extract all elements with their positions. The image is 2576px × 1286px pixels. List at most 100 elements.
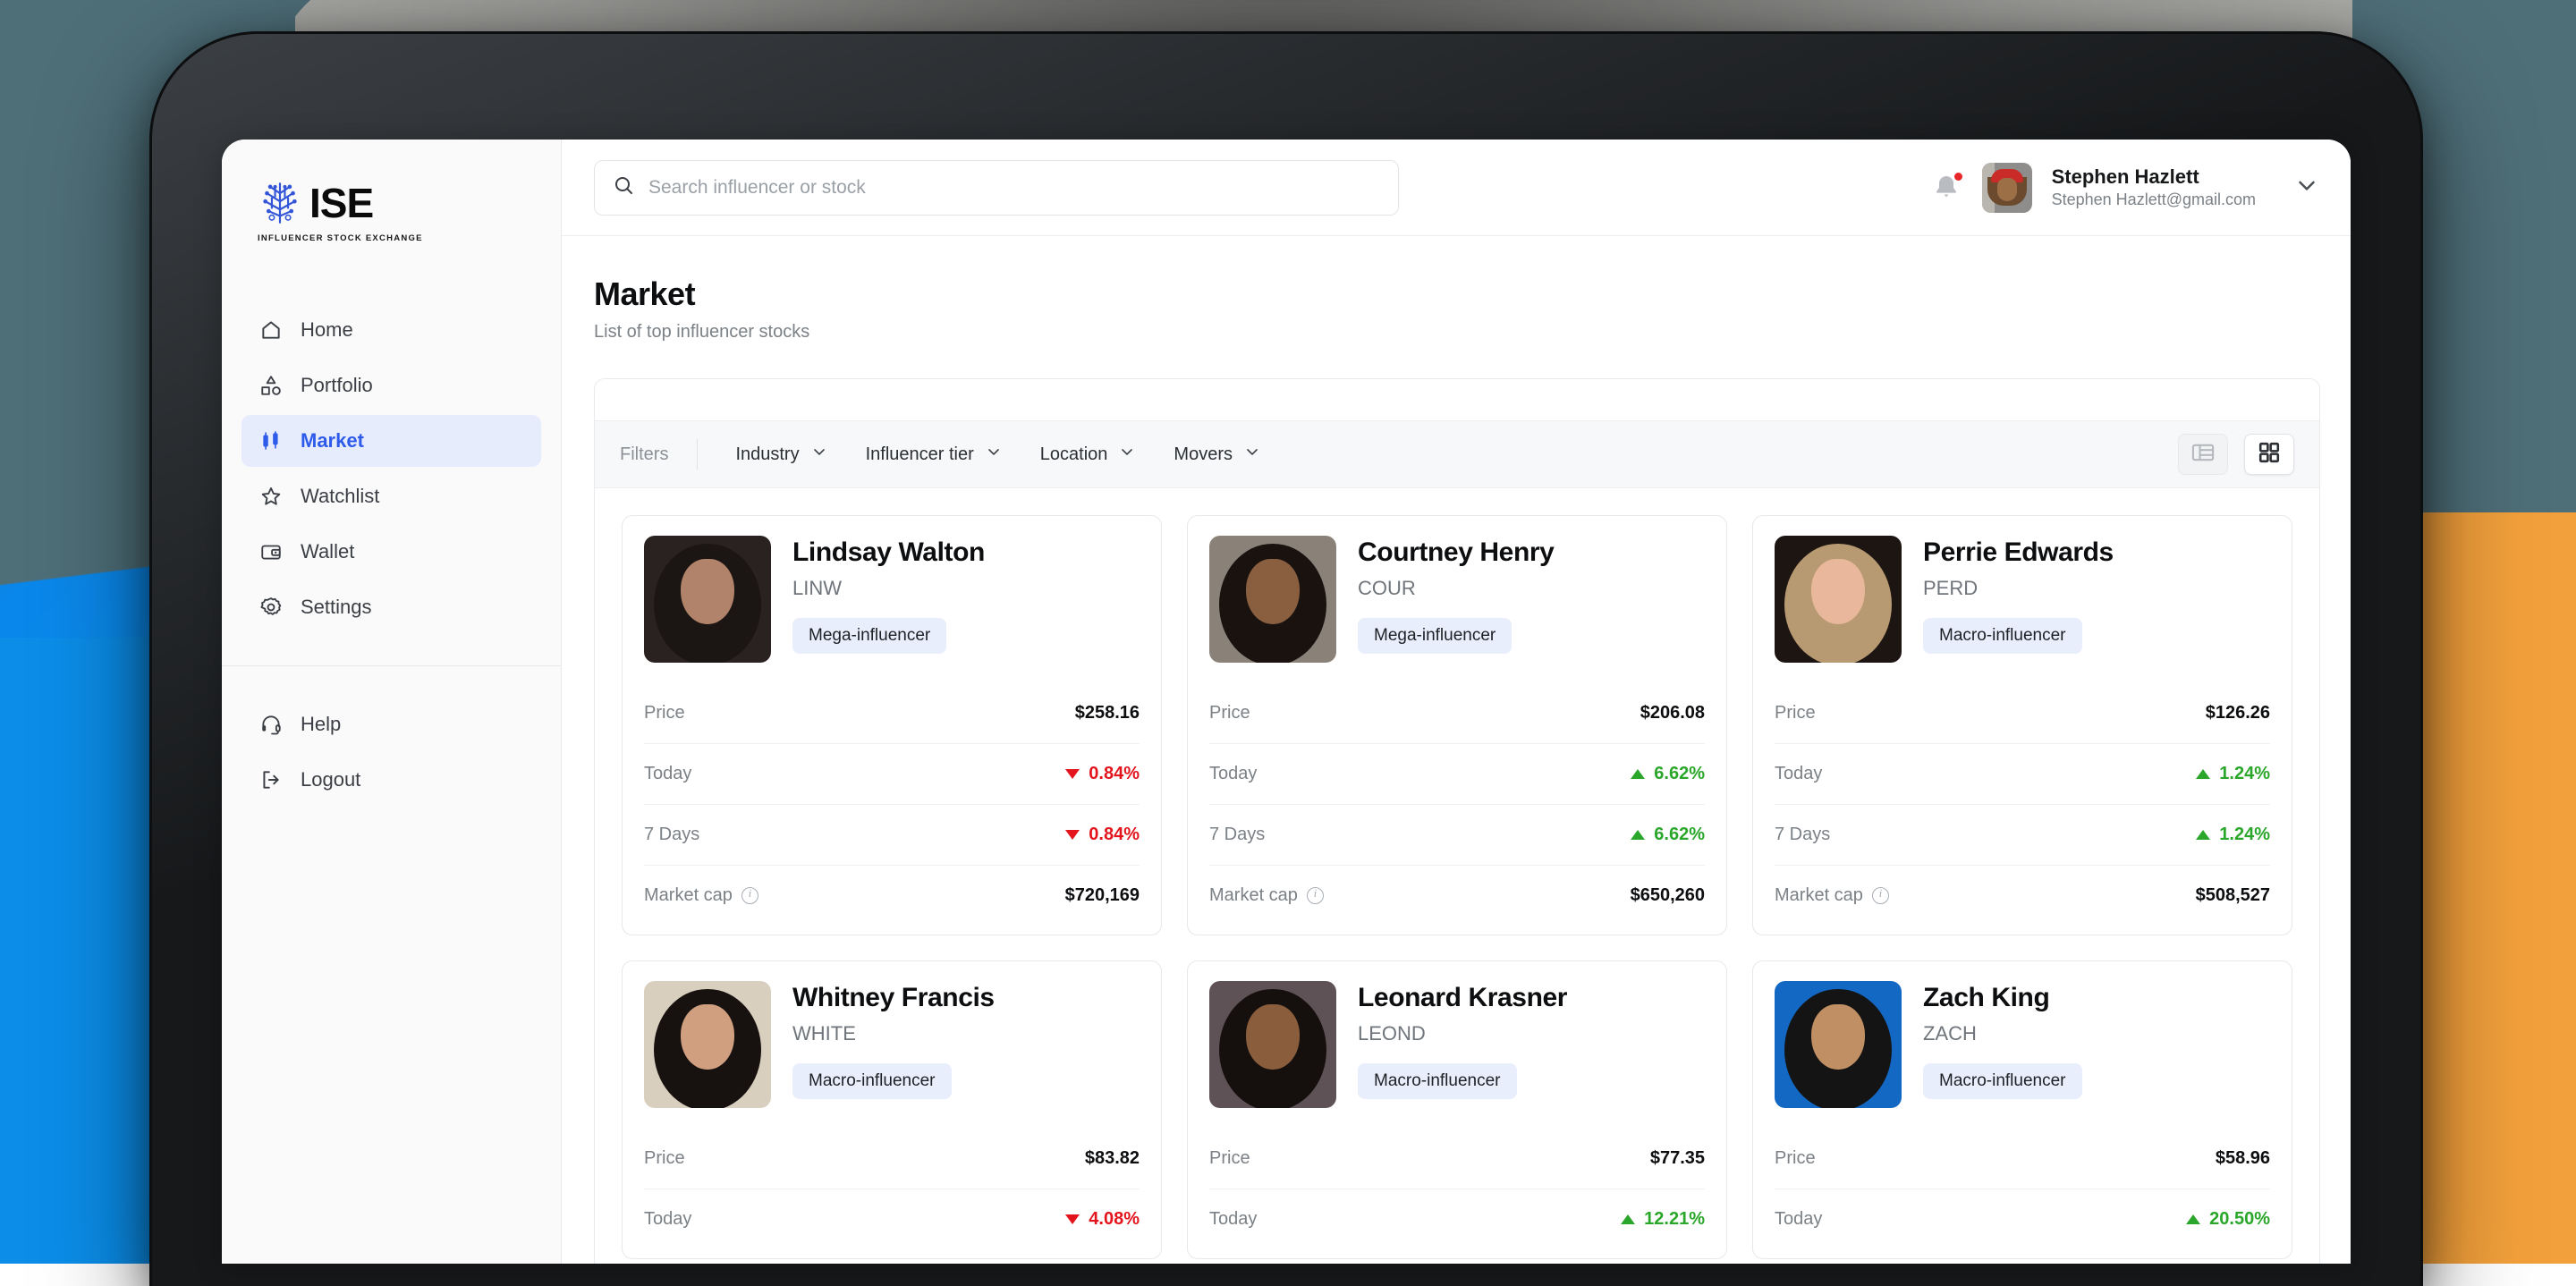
filter-influencer-tier[interactable]: Influencer tier <box>852 436 1017 473</box>
top-bar: Search influencer or stock <box>562 140 2351 236</box>
card-info: Courtney HenryCOURMega-influencer <box>1358 536 1554 654</box>
avatar[interactable] <box>1982 163 2032 213</box>
stock-card[interactable]: Perrie EdwardsPERDMacro-influencerPrice$… <box>1752 515 2292 935</box>
brand-logo[interactable]: ISE INFLUENCER STOCK EXCHANGE <box>222 177 561 243</box>
ticker-symbol: WHITE <box>792 1022 995 1045</box>
sidebar-item-label: Watchlist <box>301 485 379 508</box>
sidebar-item-wallet[interactable]: Wallet <box>242 526 541 578</box>
user-name: Stephen Hazlett <box>2052 165 2256 189</box>
sidebar-item-logout[interactable]: Logout <box>242 754 541 806</box>
today-delta: 0.84% <box>1065 764 1140 784</box>
stat-label: Price <box>1209 1148 1250 1169</box>
sidebar-item-help[interactable]: Help <box>242 698 541 750</box>
stat-row-price: Price$258.16 <box>644 682 1140 743</box>
today-delta-value: 4.08% <box>1089 1209 1140 1230</box>
list-icon <box>2190 440 2216 470</box>
card-header: Lindsay WaltonLINWMega-influencer <box>644 536 1140 663</box>
influencer-photo <box>1209 981 1336 1108</box>
arrow-down-icon <box>1065 1214 1080 1224</box>
sidebar-item-label: Help <box>301 713 341 736</box>
stat-list: Price$258.16Today0.84%7 Days0.84%Market … <box>644 682 1140 926</box>
filter-label: Movers <box>1174 444 1233 465</box>
filter-label: Industry <box>735 444 799 465</box>
info-icon[interactable] <box>1307 887 1324 904</box>
sidebar-item-label: Home <box>301 318 353 342</box>
market-cap-value: $650,260 <box>1631 885 1705 906</box>
seven-days-delta: 1.24% <box>2196 825 2270 845</box>
user-menu[interactable]: Stephen Hazlett Stephen Hazlett@gmail.co… <box>2052 165 2256 209</box>
search-icon <box>613 174 634 200</box>
arrow-down-icon <box>1065 830 1080 840</box>
list-view-button[interactable] <box>2178 434 2228 475</box>
market-icon <box>259 429 283 453</box>
stat-label: Market cap <box>1209 885 1324 906</box>
card-info: Zach KingZACHMacro-influencer <box>1923 981 2082 1099</box>
stat-label: Today <box>1209 1209 1257 1230</box>
info-icon[interactable] <box>741 887 758 904</box>
main-area: Search influencer or stock <box>562 140 2351 1264</box>
ticker-symbol: LINW <box>792 577 985 600</box>
market-cap-value: $508,527 <box>2196 885 2270 906</box>
filter-movers[interactable]: Movers <box>1159 436 1275 473</box>
price-value: $206.08 <box>1640 703 1705 723</box>
star-icon <box>259 485 283 508</box>
today-delta-value: 20.50% <box>2209 1209 2270 1230</box>
seven-days-delta-value: 6.62% <box>1654 825 1705 845</box>
seven-days-delta-value: 0.84% <box>1089 825 1140 845</box>
sidebar-item-label: Logout <box>301 768 360 791</box>
market-panel: Filters Industry Influencer tier <box>594 378 2320 1264</box>
user-menu-chevron-down-icon[interactable] <box>2293 172 2320 203</box>
stat-list: Price$77.35Today12.21% <box>1209 1128 1705 1249</box>
sidebar-divider <box>222 665 561 666</box>
sidebar-item-settings[interactable]: Settings <box>242 581 541 633</box>
home-icon <box>259 318 283 342</box>
stat-label: 7 Days <box>1775 825 1830 845</box>
tier-badge: Macro-influencer <box>792 1063 952 1099</box>
influencer-name: Zach King <box>1923 983 2082 1013</box>
tier-badge: Mega-influencer <box>1358 618 1512 654</box>
stat-row-today: Today20.50% <box>1775 1189 2270 1249</box>
stat-row-7days: 7 Days 0.84% <box>644 804 1140 865</box>
price-value: $126.26 <box>2206 703 2270 723</box>
price-value: $58.96 <box>2216 1148 2270 1169</box>
influencer-photo <box>1775 536 1902 663</box>
today-delta: 20.50% <box>2186 1209 2270 1230</box>
stat-label: 7 Days <box>644 825 699 845</box>
card-header: Leonard KrasnerLEONDMacro-influencer <box>1209 981 1705 1108</box>
sidebar-item-portfolio[interactable]: Portfolio <box>242 360 541 411</box>
stat-list: Price$206.08Today6.62%7 Days6.62%Market … <box>1209 682 1705 926</box>
stock-card[interactable]: Courtney HenryCOURMega-influencerPrice$2… <box>1187 515 1727 935</box>
seven-days-delta: 6.62% <box>1631 825 1705 845</box>
filter-industry[interactable]: Industry <box>721 436 842 473</box>
sidebar-item-watchlist[interactable]: Watchlist <box>242 470 541 522</box>
sidebar-item-home[interactable]: Home <box>242 304 541 356</box>
arrow-up-icon <box>1621 1214 1635 1224</box>
search-input[interactable]: Search influencer or stock <box>594 160 1399 216</box>
stock-card[interactable]: Whitney Francis WHITE Macro-influencer Pric… <box>622 960 1162 1259</box>
stat-label: Price <box>644 1148 685 1169</box>
page-title: Market <box>594 275 2320 313</box>
stat-row-today: Today1.24% <box>1775 743 2270 804</box>
seven-days-delta-value: 1.24% <box>2219 825 2270 845</box>
stat-label: Today <box>644 764 691 784</box>
influencer-photo <box>1775 981 1902 1108</box>
stock-card[interactable]: Lindsay WaltonLINWMega-influencer Price$2… <box>622 515 1162 935</box>
grid-view-button[interactable] <box>2244 434 2294 475</box>
sidebar-item-market[interactable]: Market <box>242 415 541 467</box>
stock-card[interactable]: Leonard KrasnerLEONDMacro-influencer Pric… <box>1187 960 1727 1259</box>
stat-row-today: Today12.21% <box>1209 1189 1705 1249</box>
brand-name: ISE <box>309 182 373 224</box>
today-delta: 1.24% <box>2196 764 2270 784</box>
filter-location[interactable]: Location <box>1026 436 1151 473</box>
today-delta-value: 1.24% <box>2219 764 2270 784</box>
stat-label: Today <box>1209 764 1257 784</box>
stat-row-7days: 7 Days6.62% <box>1209 804 1705 865</box>
stat-row-price: Price$83.82 <box>644 1128 1140 1189</box>
sidebar-item-label: Portfolio <box>301 374 373 397</box>
notifications-button[interactable] <box>1932 172 1962 204</box>
stock-card[interactable]: Zach KingZACHMacro-influencerPrice$58.96… <box>1752 960 2292 1259</box>
info-icon[interactable] <box>1872 887 1889 904</box>
influencer-name: Whitney Francis <box>792 983 995 1013</box>
brand-tagline: INFLUENCER STOCK EXCHANGE <box>258 233 561 243</box>
bell-icon <box>1932 190 1961 206</box>
